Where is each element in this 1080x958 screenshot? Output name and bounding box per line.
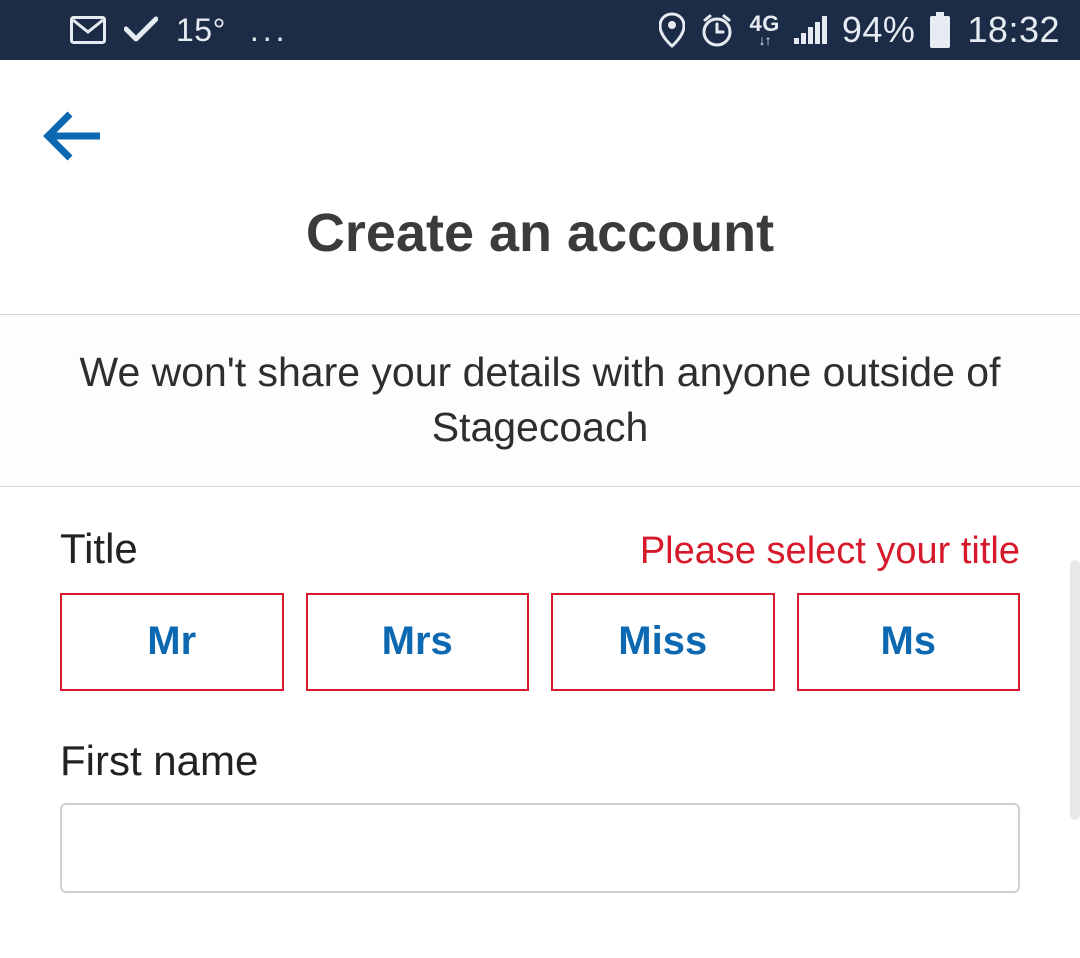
checkmark-icon xyxy=(124,15,158,45)
title-option-mr[interactable]: Mr xyxy=(60,593,284,691)
network-activity-arrows: ↓↑ xyxy=(759,34,771,47)
battery-percent: 94% xyxy=(842,9,916,51)
battery-icon xyxy=(929,12,951,48)
scrollbar-thumb[interactable] xyxy=(1070,560,1080,820)
android-status-bar: 15° ... 4G ↓↑ 94% 18:32 xyxy=(0,0,1080,60)
app-header xyxy=(0,60,1080,192)
title-label: Title xyxy=(60,525,138,573)
title-option-ms[interactable]: Ms xyxy=(797,593,1021,691)
first-name-field: First name xyxy=(60,737,1020,893)
location-icon xyxy=(659,12,685,48)
status-right-group: 4G ↓↑ 94% 18:32 xyxy=(659,9,1060,51)
mail-icon xyxy=(70,16,106,44)
back-arrow-icon xyxy=(40,108,104,164)
privacy-info-banner: We won't share your details with anyone … xyxy=(0,314,1080,487)
title-field-header: Title Please select your title xyxy=(60,525,1020,573)
create-account-form: Title Please select your title Mr Mrs Mi… xyxy=(0,487,1080,893)
signal-icon xyxy=(794,16,828,44)
network-type-label: 4G xyxy=(749,14,779,34)
network-type-indicator: 4G ↓↑ xyxy=(749,14,779,46)
back-button[interactable] xyxy=(36,100,108,172)
title-option-miss[interactable]: Miss xyxy=(551,593,775,691)
clock: 18:32 xyxy=(965,9,1060,51)
alarm-icon xyxy=(699,12,735,48)
temperature-indicator: 15° xyxy=(176,12,226,49)
title-option-mrs[interactable]: Mrs xyxy=(306,593,530,691)
first-name-input[interactable] xyxy=(60,803,1020,893)
title-error: Please select your title xyxy=(640,530,1020,573)
status-left-group: 15° ... xyxy=(70,12,289,49)
page-title: Create an account xyxy=(0,192,1080,314)
first-name-label: First name xyxy=(60,737,1020,785)
more-notifications-icon: ... xyxy=(244,12,289,49)
title-options: Mr Mrs Miss Ms xyxy=(60,593,1020,691)
